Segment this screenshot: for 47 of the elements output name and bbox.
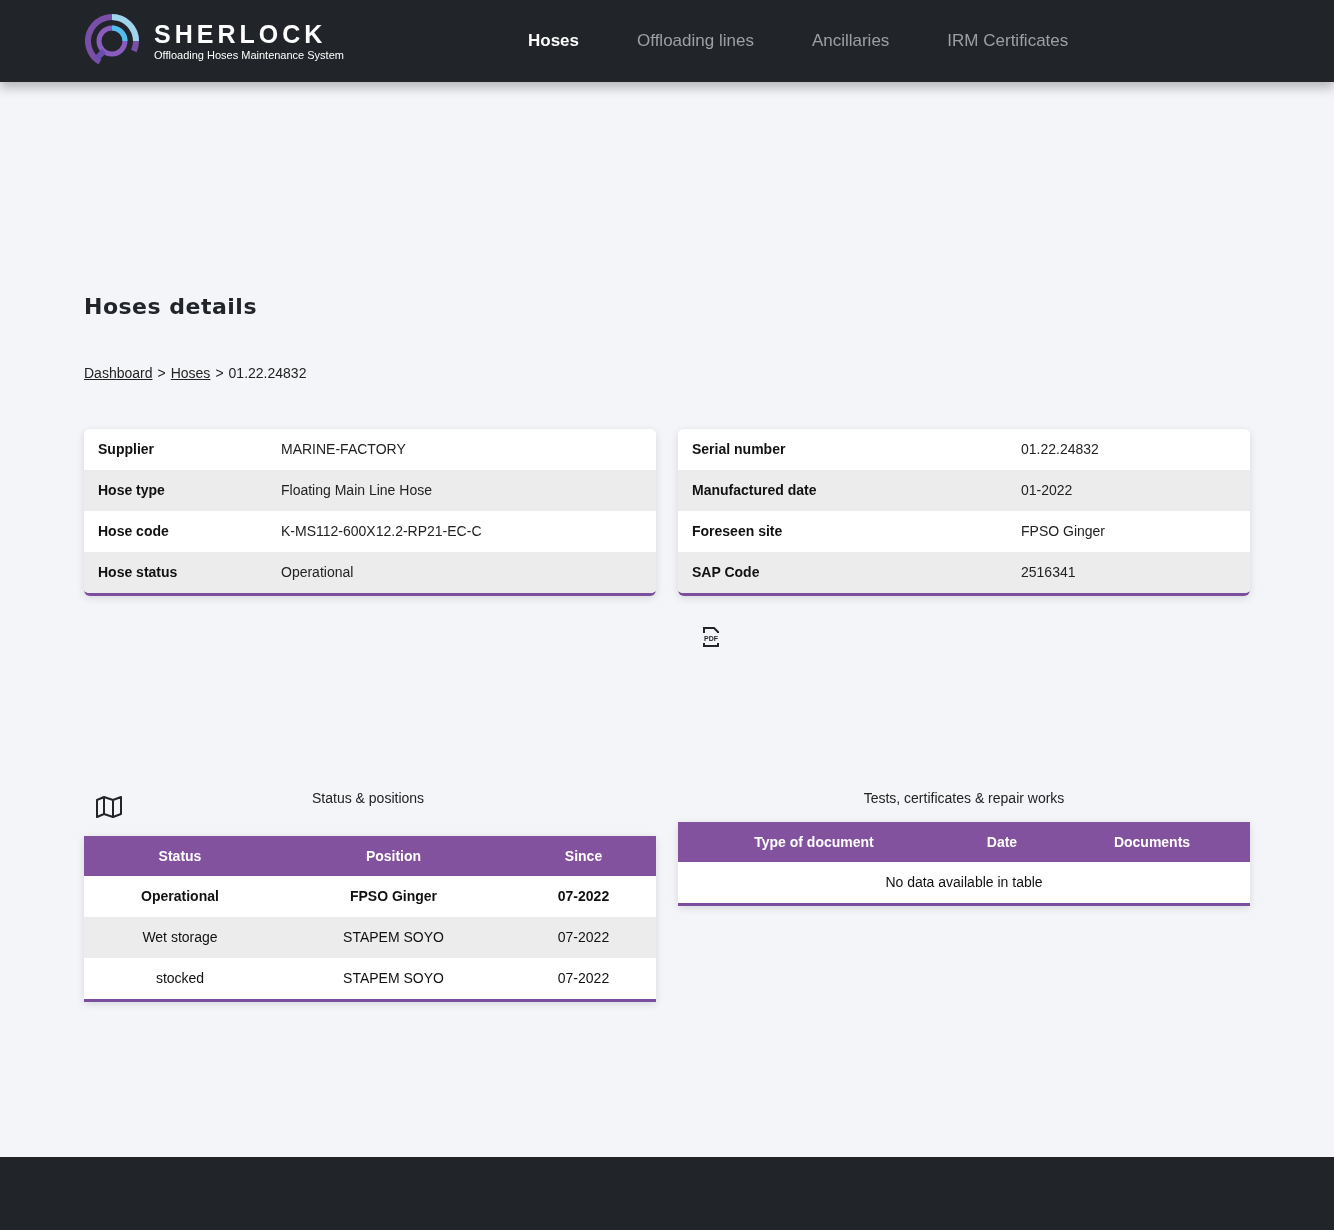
nav-link[interactable]: IRM Certificates — [947, 28, 1069, 54]
brand-tagline: Offloading Hoses Maintenance System — [154, 48, 344, 62]
column-header: Since — [563, 846, 604, 866]
field-label: Supplier — [98, 440, 155, 459]
page-title: Hoses details — [84, 293, 258, 321]
field-value: Operational — [281, 563, 354, 582]
breadcrumb-current: 01.22.24832 — [228, 364, 307, 383]
field-label: Hose status — [98, 563, 179, 582]
brand-name: SHERLOCK — [154, 20, 328, 48]
breadcrumb-link[interactable]: Hoses — [170, 363, 211, 384]
table-cell-text: Wet storage — [141, 928, 219, 947]
field-label: Hose code — [98, 522, 170, 541]
field-label: Serial number — [692, 440, 787, 459]
column-header: Documents — [1112, 832, 1192, 852]
column-header: Date — [985, 832, 1019, 852]
table-cell-text: 07-2022 — [556, 887, 611, 906]
field-value: Floating Main Line Hose — [281, 481, 432, 500]
nav-link[interactable]: Hoses — [527, 28, 579, 54]
table-cell-text: stocked — [154, 969, 206, 988]
table-cell-text: STAPEM SOYO — [342, 969, 445, 988]
field-value: 2516341 — [1021, 563, 1076, 582]
breadcrumb-separator: > — [157, 364, 166, 383]
field-label: Hose type — [98, 481, 166, 500]
nav-link[interactable]: Ancillaries — [811, 28, 890, 54]
field-value: 01.22.24832 — [1021, 440, 1099, 459]
column-header: Type of document — [753, 832, 875, 852]
section-title: Status & positions — [312, 789, 425, 808]
section-title: Tests, certificates & repair works — [863, 789, 1065, 808]
breadcrumb-link[interactable]: Dashboard — [84, 363, 153, 384]
table-cell-text: 07-2022 — [556, 928, 611, 947]
column-header: Position — [364, 846, 423, 866]
empty-table-message: No data available in table — [885, 873, 1043, 892]
field-label: Manufactured date — [692, 481, 818, 500]
field-value: FPSO Ginger — [1021, 522, 1106, 541]
field-value: K-MS112-600X12.2-RP21-EC-C — [281, 522, 482, 541]
field-value: MARINE-FACTORY — [281, 440, 406, 459]
field-label: Foreseen site — [692, 522, 784, 541]
table-cell-text: STAPEM SOYO — [342, 928, 445, 947]
map-icon — [96, 796, 122, 818]
table-cell-text: FPSO Ginger — [348, 887, 439, 906]
field-value: 01-2022 — [1021, 481, 1073, 500]
column-header: Status — [157, 846, 203, 866]
field-label: SAP Code — [692, 563, 761, 582]
breadcrumb-separator: > — [215, 364, 224, 383]
nav-link[interactable]: Offloading lines — [637, 28, 754, 54]
table-cell-text: Operational — [140, 887, 220, 906]
table-cell-text: 07-2022 — [556, 969, 611, 988]
